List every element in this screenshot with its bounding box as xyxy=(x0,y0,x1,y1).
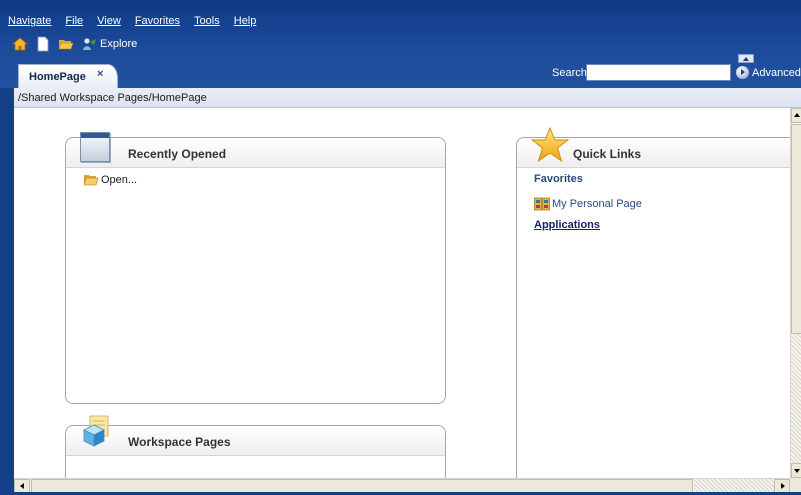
breadcrumb-bar: /Shared Workspace Pages/HomePage xyxy=(14,88,801,108)
menu-bar: Navigate File View Favorites Tools Help xyxy=(8,15,270,27)
workspace-pages-title: Workspace Pages xyxy=(128,435,231,449)
menu-file[interactable]: File xyxy=(65,15,83,27)
search-input[interactable] xyxy=(586,64,731,81)
open-link-label: Open... xyxy=(101,174,138,186)
recently-opened-header: Recently Opened xyxy=(66,132,445,168)
search-label: Search xyxy=(552,67,587,79)
open-folder-icon[interactable] xyxy=(58,36,74,52)
tab-homepage[interactable]: HomePage × xyxy=(18,64,118,89)
explore-icon[interactable] xyxy=(81,36,97,52)
tab-close-icon[interactable]: × xyxy=(97,68,103,80)
workspace-pages-header: Workspace Pages xyxy=(66,415,445,456)
advanced-search-icon[interactable] xyxy=(736,66,749,79)
vertical-scroll-track[interactable] xyxy=(791,334,801,464)
my-personal-page-label: My Personal Page xyxy=(552,198,642,210)
scroll-up-icon[interactable] xyxy=(791,108,801,123)
my-personal-page-link[interactable]: My Personal Page xyxy=(534,197,642,211)
quick-links-title: Quick Links xyxy=(573,147,642,161)
menu-view[interactable]: View xyxy=(97,15,121,27)
menu-navigate[interactable]: Navigate xyxy=(8,15,51,27)
menu-tools[interactable]: Tools xyxy=(194,15,220,27)
scroll-left-icon[interactable] xyxy=(14,479,30,493)
scroll-corner xyxy=(790,478,801,492)
applications-link[interactable]: Applications xyxy=(534,219,600,231)
app-header: Navigate File View Favorites Tools Help … xyxy=(0,0,801,89)
window-icon xyxy=(80,132,110,162)
quick-links-panel: Quick Links Favorites My Personal Page A… xyxy=(516,126,790,478)
personal-page-icon xyxy=(534,197,550,211)
vertical-scrollbar[interactable] xyxy=(790,108,801,478)
horizontal-scroll-track[interactable] xyxy=(694,479,774,493)
scroll-right-icon[interactable] xyxy=(774,479,790,493)
star-icon xyxy=(530,126,570,164)
breadcrumb: /Shared Workspace Pages/HomePage xyxy=(18,92,207,104)
home-icon[interactable] xyxy=(11,36,29,52)
menu-favorites[interactable]: Favorites xyxy=(135,15,180,27)
favorites-heading: Favorites xyxy=(534,173,583,185)
vertical-scroll-thumb[interactable] xyxy=(791,124,801,334)
toolbar: Explore xyxy=(11,35,137,53)
advanced-search-link[interactable]: Advanced xyxy=(752,67,801,79)
open-folder-icon xyxy=(83,174,99,186)
horizontal-scroll-thumb[interactable] xyxy=(31,479,693,493)
quick-links-header: Quick Links xyxy=(517,126,790,168)
recently-opened-title: Recently Opened xyxy=(128,147,227,161)
home-page-content: Recently Opened Open... Workspace Pages xyxy=(14,108,790,478)
menu-help[interactable]: Help xyxy=(234,15,257,27)
workspace-pages-panel: Workspace Pages xyxy=(65,415,446,478)
explore-label[interactable]: Explore xyxy=(100,38,137,50)
tab-homepage-label: HomePage xyxy=(29,71,86,83)
workspace-cube-icon xyxy=(80,414,112,448)
recently-opened-panel: Recently Opened Open... xyxy=(65,132,446,404)
collapse-header-icon[interactable] xyxy=(738,54,754,63)
horizontal-scrollbar[interactable] xyxy=(14,478,790,493)
scroll-down-icon[interactable] xyxy=(791,463,801,478)
new-document-icon[interactable] xyxy=(35,36,51,52)
open-link[interactable]: Open... xyxy=(83,174,138,186)
